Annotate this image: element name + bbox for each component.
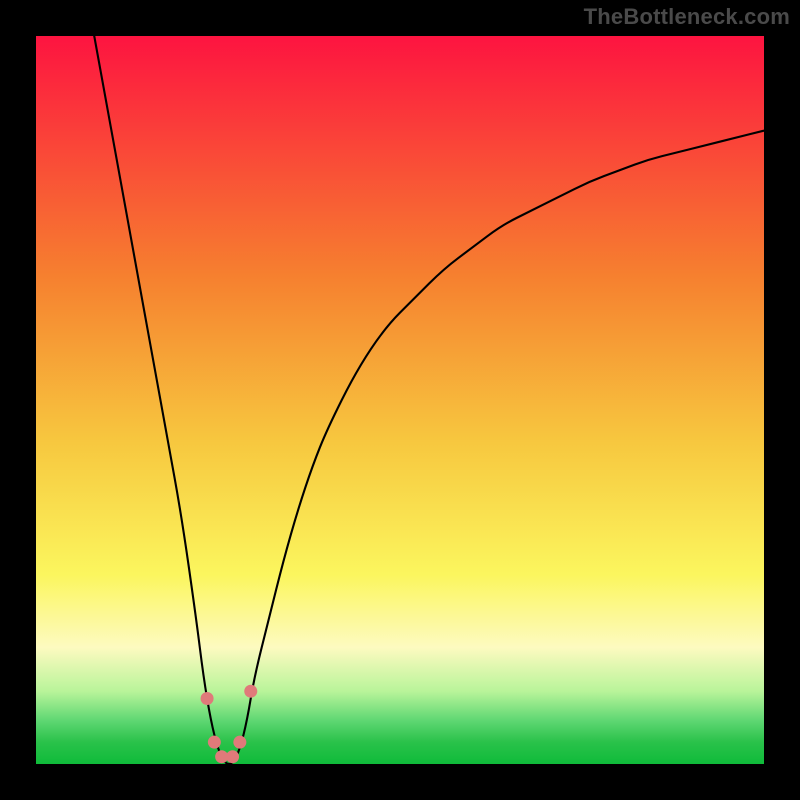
chart-frame: TheBottleneck.com bbox=[0, 0, 800, 800]
curve-marker bbox=[244, 685, 257, 698]
curve-marker bbox=[233, 736, 246, 749]
curve-marker bbox=[226, 750, 239, 763]
plot-svg bbox=[36, 36, 764, 764]
curve-marker bbox=[208, 736, 221, 749]
gradient-background bbox=[36, 36, 764, 764]
watermark-text: TheBottleneck.com bbox=[584, 4, 790, 30]
curve-marker bbox=[201, 692, 214, 705]
plot-area bbox=[36, 36, 764, 764]
